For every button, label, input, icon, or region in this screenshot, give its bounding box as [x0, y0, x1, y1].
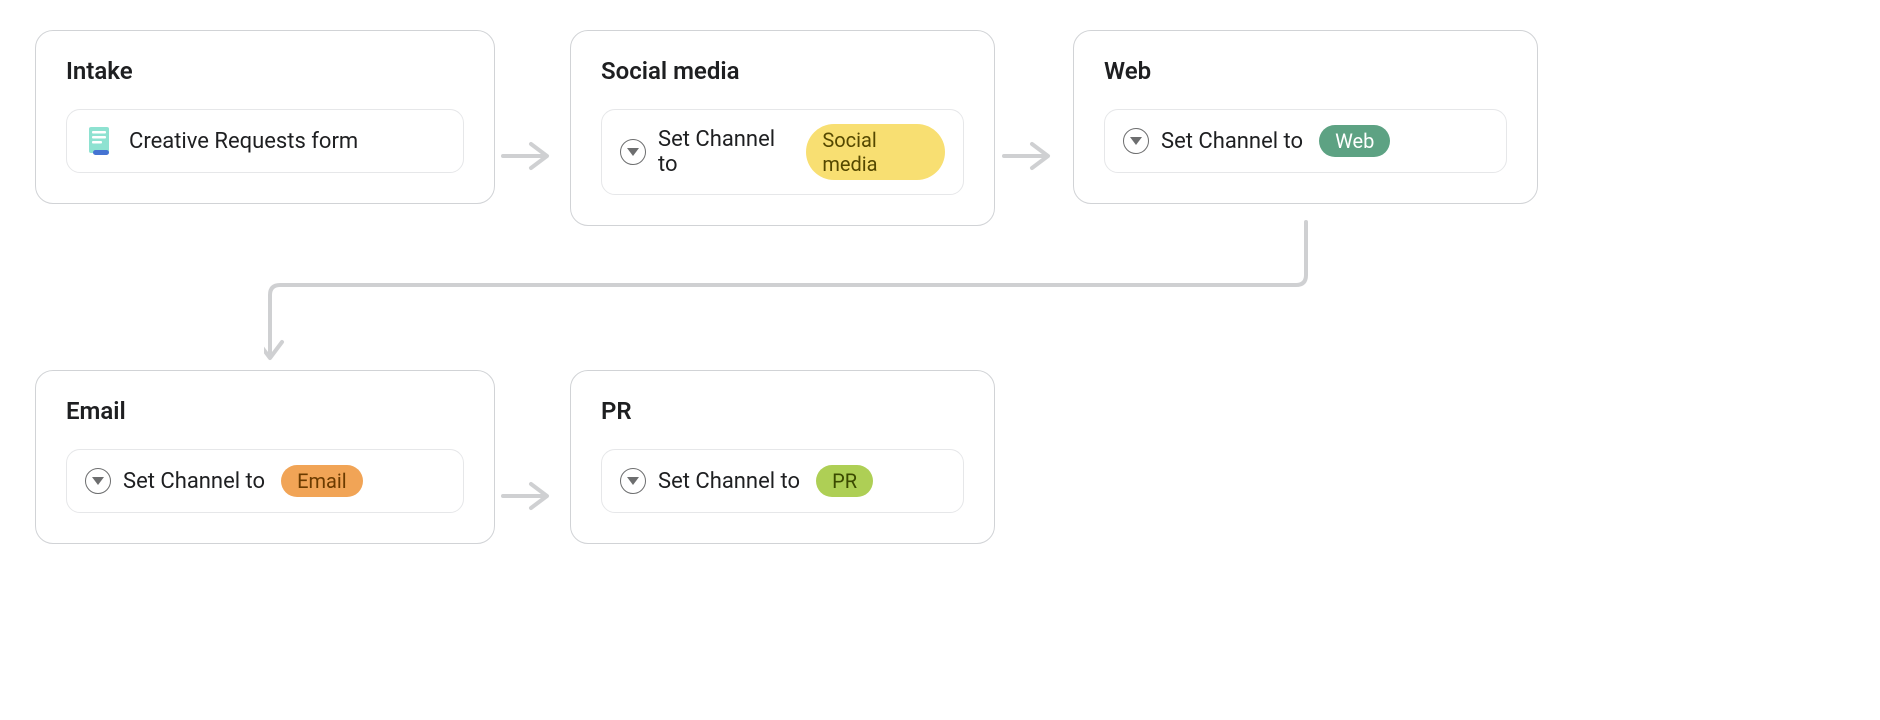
intake-inner-row[interactable]: Creative Requests form	[66, 109, 464, 173]
caret-down-icon	[620, 468, 646, 494]
form-icon	[85, 125, 117, 157]
action-prefix-text: Set Channel to	[658, 469, 800, 494]
chip-pr[interactable]: PR	[816, 465, 873, 497]
arrow-email-to-pr	[501, 480, 561, 512]
card-title: Email	[66, 397, 464, 425]
web-inner-row[interactable]: Set Channel to Web	[1104, 109, 1507, 173]
pr-inner-row[interactable]: Set Channel to PR	[601, 449, 964, 513]
email-inner-row[interactable]: Set Channel to Email	[66, 449, 464, 513]
card-title: Intake	[66, 57, 464, 85]
card-social[interactable]: Social media Set Channel to Social media	[570, 30, 995, 226]
card-web[interactable]: Web Set Channel to Web	[1073, 30, 1538, 204]
action-prefix-text: Set Channel to	[123, 469, 265, 494]
connector-web-to-email	[264, 220, 1314, 378]
chip-social-media[interactable]: Social media	[806, 124, 945, 180]
card-intake[interactable]: Intake Creative Requests form	[35, 30, 495, 204]
card-email[interactable]: Email Set Channel to Email	[35, 370, 495, 544]
card-title: PR	[601, 397, 964, 425]
social-inner-row[interactable]: Set Channel to Social media	[601, 109, 964, 195]
caret-down-icon	[85, 468, 111, 494]
card-title: Social media	[601, 57, 964, 85]
caret-down-icon	[1123, 128, 1149, 154]
card-title: Web	[1104, 57, 1507, 85]
action-prefix-text: Set Channel to	[658, 127, 790, 177]
arrow-social-to-web	[1002, 140, 1062, 172]
chip-email[interactable]: Email	[281, 465, 363, 497]
chip-web[interactable]: Web	[1319, 125, 1390, 157]
card-pr[interactable]: PR Set Channel to PR	[570, 370, 995, 544]
caret-down-icon	[620, 139, 646, 165]
intake-inner-text: Creative Requests form	[129, 129, 358, 154]
action-prefix-text: Set Channel to	[1161, 129, 1303, 154]
arrow-intake-to-social	[501, 140, 561, 172]
